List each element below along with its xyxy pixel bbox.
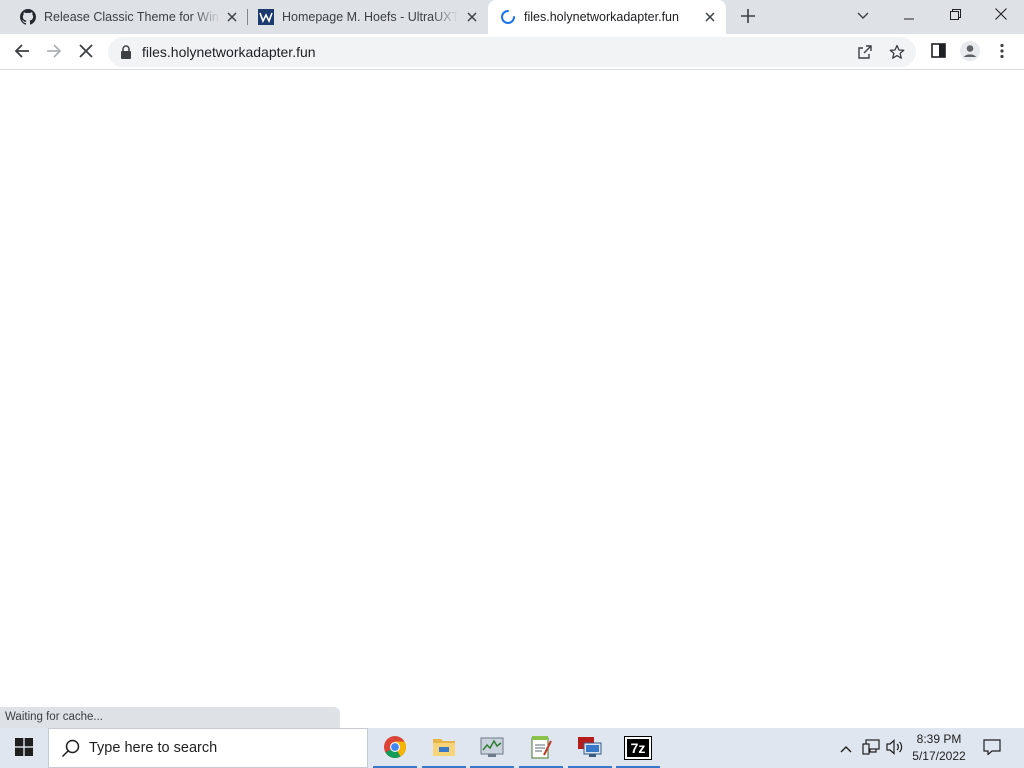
page-content <box>0 71 1024 707</box>
windows-logo-icon <box>15 737 33 759</box>
taskbar-search-box[interactable]: Type here to search <box>48 728 368 768</box>
show-hidden-icons-button[interactable] <box>836 728 856 768</box>
taskbar-chrome[interactable] <box>371 728 419 768</box>
file-explorer-icon <box>432 736 456 761</box>
stop-loading-button[interactable] <box>72 38 100 66</box>
search-icon <box>61 738 81 758</box>
tab-files-holynetworkadapter[interactable]: files.holynetworkadapter.fun <box>488 0 726 34</box>
forward-arrow-icon <box>46 43 62 62</box>
close-window-button[interactable] <box>978 0 1024 30</box>
remote-desktop-icon <box>577 736 603 761</box>
close-icon <box>995 7 1007 23</box>
restore-icon <box>949 8 961 23</box>
start-button[interactable] <box>0 728 48 768</box>
minimize-icon <box>904 8 914 23</box>
tab-search-button[interactable] <box>840 0 886 30</box>
more-menu-icon <box>1000 43 1004 62</box>
new-tab-button[interactable] <box>736 5 760 29</box>
browser-toolbar: files.holynetworkadapter.fun <box>0 34 1024 70</box>
network-tray-button[interactable] <box>860 728 882 768</box>
clock-date: 5/17/2022 <box>912 749 966 763</box>
bookmark-star-icon[interactable] <box>886 41 908 63</box>
profile-button[interactable] <box>956 38 984 66</box>
stop-loading-icon <box>79 43 93 61</box>
plus-icon <box>741 8 755 26</box>
close-tab-icon[interactable] <box>224 9 240 25</box>
close-tab-icon[interactable] <box>702 9 718 25</box>
tab-title: Release Classic Theme for Windows <box>44 10 220 24</box>
lock-icon[interactable] <box>120 45 132 59</box>
volume-icon <box>886 738 904 758</box>
address-bar[interactable]: files.holynetworkadapter.fun <box>108 37 916 67</box>
notepad-icon <box>530 735 552 762</box>
network-icon <box>862 738 880 758</box>
tab-ultrauxtheme[interactable]: Homepage M. Hoefs - UltraUXThemePatcher <box>248 0 488 34</box>
taskbar-file-explorer[interactable] <box>420 728 468 768</box>
loading-spinner-icon <box>500 9 516 25</box>
back-button[interactable] <box>8 38 36 66</box>
chevron-up-icon <box>840 741 852 756</box>
profile-icon <box>960 40 980 64</box>
side-panel-button[interactable] <box>924 38 952 66</box>
tab-title: Homepage M. Hoefs - UltraUXThemePatcher <box>282 10 458 24</box>
tab-title: files.holynetworkadapter.fun <box>524 10 679 24</box>
url-text[interactable]: files.holynetworkadapter.fun <box>142 44 316 60</box>
more-menu-button[interactable] <box>988 38 1016 66</box>
restore-button[interactable] <box>932 0 978 30</box>
7zip-icon: 7z <box>624 736 652 760</box>
clock-time: 8:39 PM <box>916 732 962 746</box>
volume-tray-button[interactable] <box>884 728 906 768</box>
taskbar-notepad[interactable] <box>517 728 565 768</box>
tab-github-release[interactable]: Release Classic Theme for Windows <box>0 0 248 34</box>
minimize-button[interactable] <box>886 0 932 30</box>
task-manager-icon <box>480 736 504 761</box>
tab-strip: Release Classic Theme for Windows Homepa… <box>0 0 1024 34</box>
github-icon <box>20 9 36 25</box>
notification-icon <box>983 738 1001 758</box>
taskbar-task-manager[interactable] <box>468 728 516 768</box>
side-panel-icon <box>930 43 946 61</box>
action-center-button[interactable] <box>978 728 1006 768</box>
status-bubble: Waiting for cache... <box>0 707 340 728</box>
forward-button[interactable] <box>40 38 68 66</box>
taskbar: Type here to search 7z 8:39 PM 5/17/2022 <box>0 728 1024 768</box>
search-placeholder: Type here to search <box>89 740 218 756</box>
taskbar-7zip[interactable]: 7z <box>614 728 662 768</box>
taskbar-remote-desktop[interactable] <box>566 728 614 768</box>
browser-window: Release Classic Theme for Windows Homepa… <box>0 0 1024 728</box>
close-tab-icon[interactable] <box>464 9 480 25</box>
ultrauxtheme-icon <box>258 9 274 25</box>
share-icon[interactable] <box>854 41 876 63</box>
chevron-down-icon <box>857 8 869 23</box>
back-arrow-icon <box>14 43 30 62</box>
clock[interactable]: 8:39 PM 5/17/2022 <box>906 731 972 765</box>
chrome-icon <box>383 735 407 762</box>
